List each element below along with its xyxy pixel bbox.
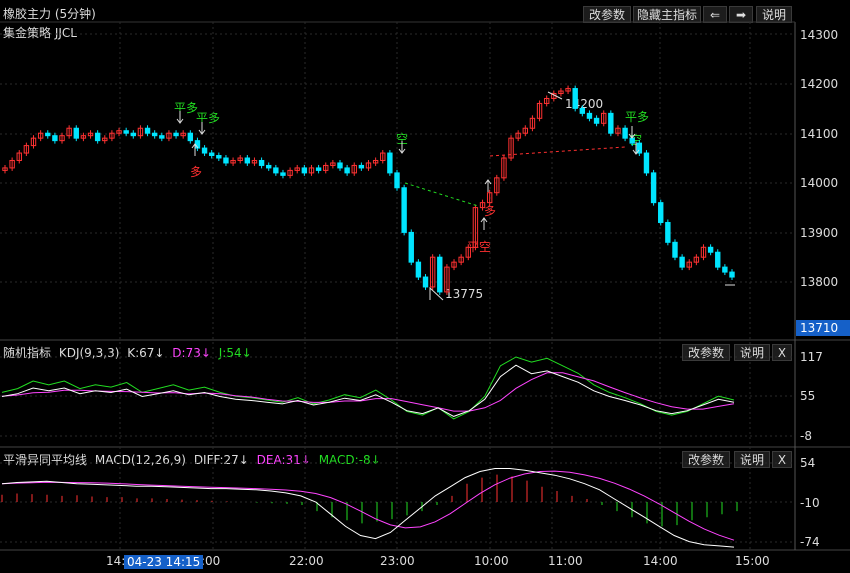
- candle-body: [344, 167, 350, 174]
- candle-body: [280, 172, 286, 176]
- candle-body: [201, 147, 208, 154]
- candle-body: [73, 127, 79, 139]
- candle-body: [130, 132, 136, 137]
- candle-body: [629, 137, 635, 144]
- candle-body: [394, 172, 400, 189]
- candle-body: [437, 256, 443, 293]
- candle-body: [572, 88, 578, 109]
- candle-body: [643, 152, 650, 174]
- signal-connector-1: [404, 182, 479, 207]
- candle-body: [266, 164, 272, 169]
- chart-graphics: [0, 21, 850, 551]
- candle-body: [658, 202, 664, 223]
- candle-body: [216, 155, 222, 159]
- candle-body: [223, 157, 229, 164]
- candle-body: [173, 132, 179, 137]
- candle-body: [144, 127, 151, 134]
- kdj-j-line: [1, 356, 735, 420]
- candle-body: [187, 132, 194, 142]
- signal-connector-2: [489, 146, 626, 157]
- candle-body: [258, 159, 265, 166]
- candle-body: [123, 130, 129, 134]
- candle-body: [665, 221, 671, 243]
- macd-dea-line: [1, 470, 735, 541]
- candle-body: [208, 152, 215, 157]
- candle-body: [408, 231, 414, 263]
- candle-body: [608, 112, 614, 134]
- candle-body: [715, 251, 721, 268]
- candle-body: [159, 135, 165, 139]
- candle-body: [707, 246, 714, 253]
- candle-body: [401, 187, 407, 233]
- kdj-k-line: [1, 364, 735, 417]
- candle-body: [273, 167, 279, 174]
- candle-body: [387, 152, 393, 174]
- candle-body: [622, 127, 628, 139]
- macd-diff-line: [1, 468, 735, 548]
- candle-body: [415, 261, 422, 278]
- candle-body: [422, 276, 429, 288]
- candle-body: [679, 256, 685, 268]
- candle-body: [244, 157, 251, 164]
- candle-body: [672, 241, 678, 258]
- candle-body: [315, 167, 322, 171]
- candle-body: [45, 132, 51, 137]
- candle-body: [358, 164, 365, 169]
- candle-body: [151, 132, 158, 137]
- candle-body: [586, 112, 593, 119]
- candle-body: [593, 117, 600, 124]
- candle-body: [650, 172, 657, 204]
- candle-body: [94, 132, 101, 142]
- candle-body: [579, 107, 586, 114]
- candle-body: [729, 271, 735, 278]
- candle-body: [52, 135, 58, 142]
- candle-body: [337, 162, 343, 169]
- candle-body: [722, 266, 728, 273]
- candle-body: [301, 167, 308, 174]
